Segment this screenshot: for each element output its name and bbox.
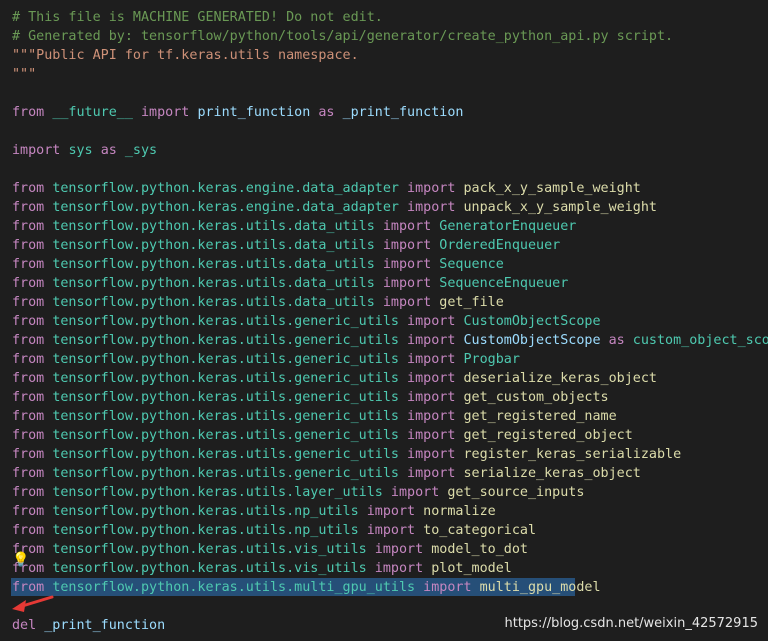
annotation-arrow <box>12 595 54 612</box>
code-editor[interactable]: # This file is MACHINE GENERATED! Do not… <box>0 0 768 641</box>
watermark: https://blog.csdn.net/weixin_42572915 <box>504 616 758 631</box>
